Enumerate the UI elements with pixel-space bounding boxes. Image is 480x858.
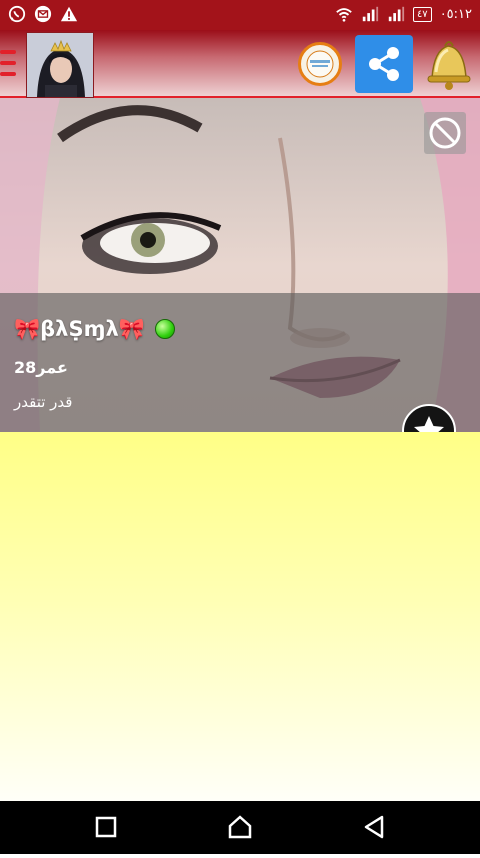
profile-status: قدر تتقدر: [14, 393, 73, 411]
signal-icon: [388, 6, 405, 22]
home-icon: [228, 815, 252, 839]
profile-name-row: 🎀βλṢɱλ🎀: [14, 316, 175, 342]
bell-icon: [427, 41, 471, 90]
wifi-icon: [336, 8, 352, 22]
whatsapp-icon: [8, 5, 26, 23]
profile-name: 🎀βλṢɱλ🎀: [14, 316, 145, 341]
clock: ٠٥:١٢: [439, 6, 472, 22]
recent-apps-button[interactable]: [76, 801, 136, 854]
notifications-button[interactable]: [418, 32, 478, 94]
status-bar: ٤٧ ٠٥:١٢: [0, 0, 480, 30]
live-broadcast-button[interactable]: [298, 42, 342, 86]
recent-apps-icon: [95, 816, 117, 838]
profile-age: 28عمر: [14, 358, 68, 377]
profile-avatar[interactable]: [26, 32, 94, 98]
back-button[interactable]: [344, 801, 404, 854]
live-broadcast-icon: [306, 50, 334, 78]
home-button[interactable]: [210, 801, 270, 854]
email-icon: [34, 5, 52, 23]
share-button[interactable]: [355, 35, 413, 93]
back-icon: [364, 815, 384, 839]
warning-icon: [60, 6, 78, 22]
hamburger-menu-icon[interactable]: [0, 50, 16, 78]
signal-icon: [362, 6, 379, 22]
system-navigation-bar: [0, 801, 480, 854]
online-status-icon: [154, 319, 175, 339]
profile-content-area: [0, 432, 480, 801]
block-icon: [429, 117, 461, 149]
share-icon: [369, 47, 399, 81]
block-user-button[interactable]: [424, 112, 466, 154]
battery-icon: ٤٧: [412, 6, 432, 22]
